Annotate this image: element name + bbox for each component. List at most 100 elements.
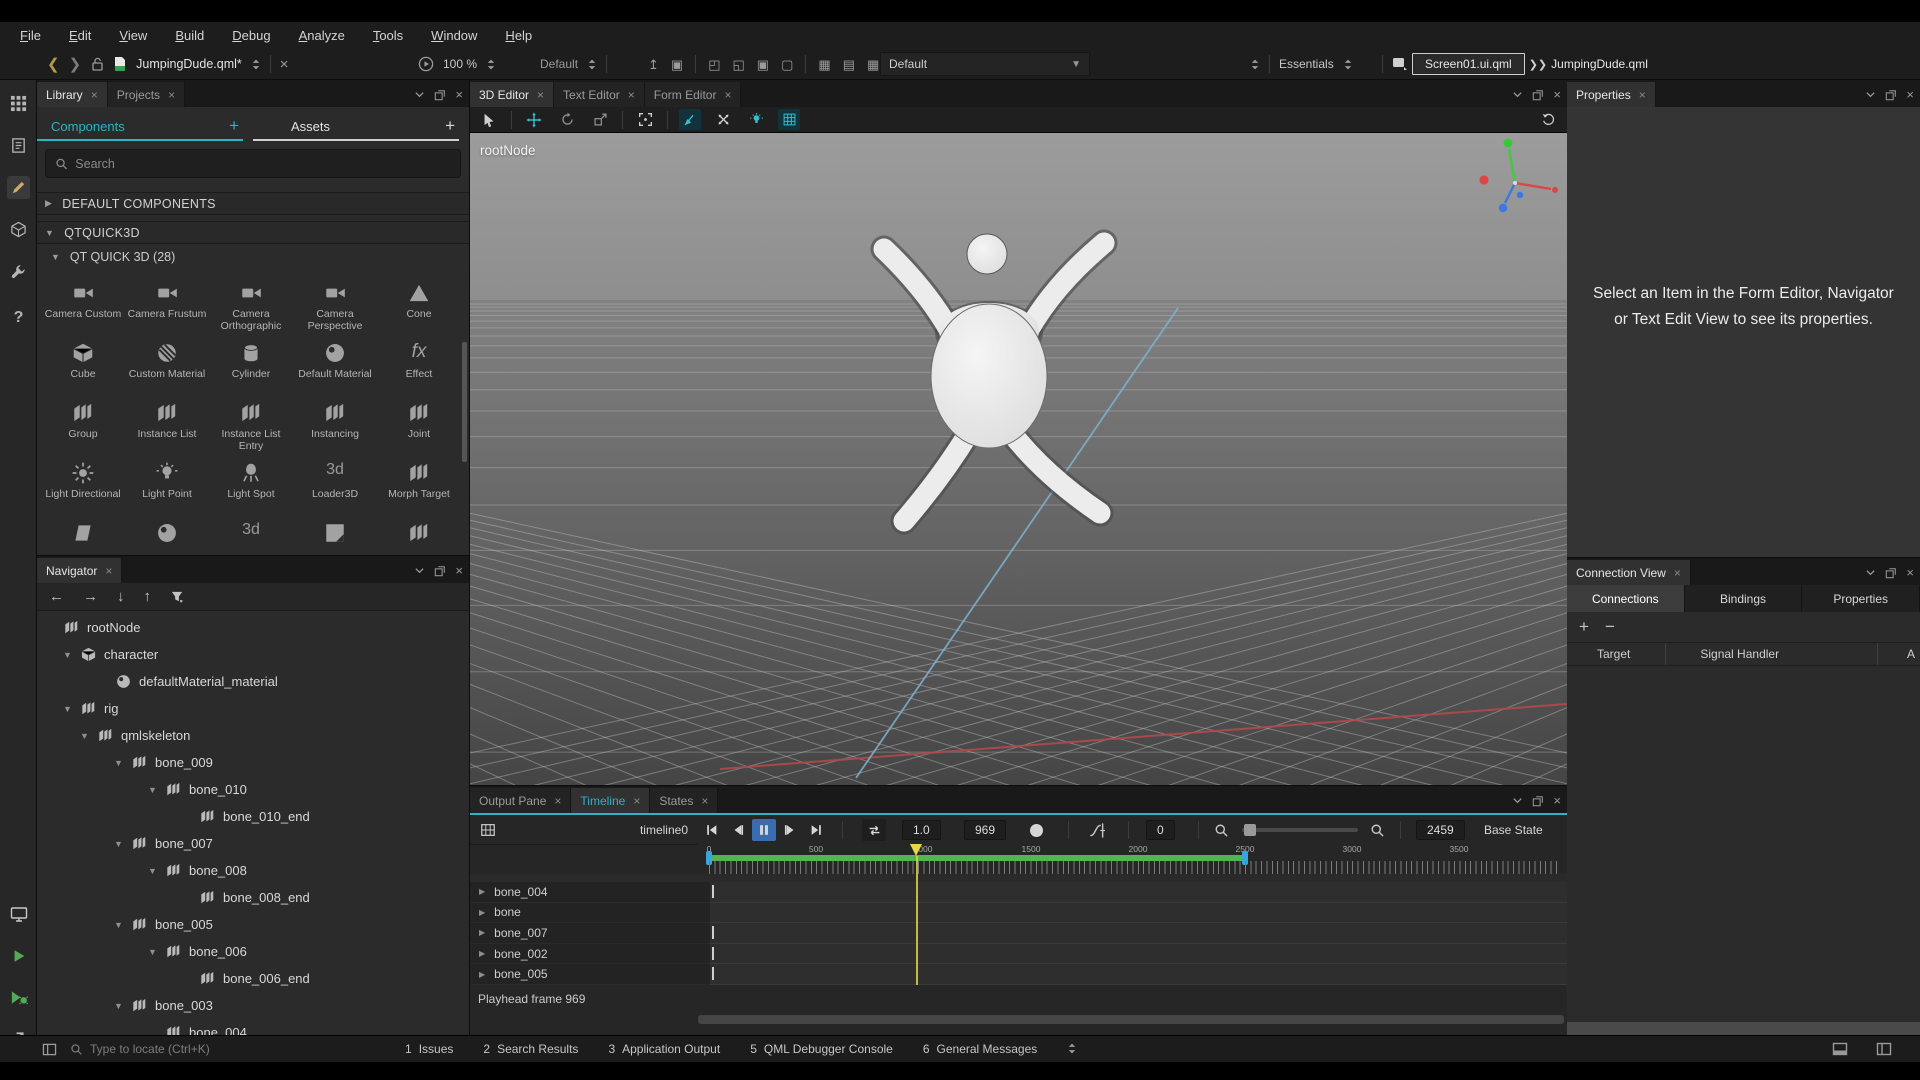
move-down-icon[interactable]: ↓ — [117, 588, 125, 605]
output-search-results[interactable]: 2Search Results — [483, 1042, 578, 1056]
float-panel-icon[interactable] — [1532, 89, 1544, 101]
close-icon[interactable]: × — [1674, 566, 1681, 580]
zoom-in-icon[interactable] — [1370, 823, 1385, 838]
expanded-caret-icon[interactable]: ▼ — [147, 947, 158, 957]
menu-help[interactable]: Help — [491, 24, 546, 47]
output-pane-spinner-icon[interactable] — [1067, 1042, 1077, 1055]
previous-keyframe-icon[interactable] — [726, 819, 750, 841]
tab-library[interactable]: Library× — [37, 82, 108, 107]
section-qtquick3d-group[interactable]: ▼ QT QUICK 3D (28) — [37, 244, 469, 270]
tree-item-bone-003[interactable]: ▼bone_003 — [37, 992, 469, 1019]
menu-build[interactable]: Build — [161, 24, 218, 47]
tree-item-bone-010[interactable]: ▼bone_010 — [37, 776, 469, 803]
tree-item-bone-006-end[interactable]: bone_006_end — [37, 965, 469, 992]
3d-viewport[interactable]: rootNode — [470, 133, 1567, 785]
close-icon[interactable]: × — [1639, 88, 1646, 102]
float-panel-icon[interactable] — [434, 89, 446, 101]
move-left-icon[interactable]: ← — [49, 588, 64, 605]
component-custom-material[interactable]: Custom Material — [125, 334, 209, 394]
tree-item-bone-010-end[interactable]: bone_010_end — [37, 803, 469, 830]
component-instance-list-entry[interactable]: Instance List Entry — [209, 394, 293, 454]
welcome-mode-icon[interactable] — [7, 92, 30, 115]
menu-tools[interactable]: Tools — [359, 24, 417, 47]
component-light-spot[interactable]: Light Spot — [209, 454, 293, 514]
track-row-bone[interactable]: ▶bone — [470, 903, 1567, 924]
close-icon[interactable]: × — [537, 88, 544, 102]
close-document-icon[interactable]: × — [280, 56, 289, 73]
close-icon[interactable]: × — [724, 88, 731, 102]
projects-mode-icon[interactable] — [7, 260, 30, 283]
view-spinner-icon[interactable] — [1250, 58, 1260, 71]
layout-table-icon[interactable]: ▦ — [867, 58, 879, 71]
expand-output-icon[interactable] — [1876, 1042, 1892, 1056]
tree-item-bone-004[interactable]: bone_004 — [37, 1019, 469, 1035]
record-icon[interactable] — [1030, 824, 1043, 837]
float-panel-icon[interactable] — [1532, 795, 1544, 807]
style-spinner-icon[interactable] — [587, 58, 597, 71]
expand-caret-icon[interactable]: ▶ — [479, 970, 485, 979]
perspective-spinner-icon[interactable] — [1343, 58, 1353, 71]
close-panel-icon[interactable]: × — [1553, 87, 1561, 102]
zoom-spinner-icon[interactable] — [486, 58, 496, 71]
component-effect[interactable]: fxEffect — [377, 334, 461, 394]
collapse-panel-icon[interactable] — [1512, 795, 1523, 806]
move-right-icon[interactable]: → — [83, 588, 98, 605]
tab-form-editor[interactable]: Form Editor× — [645, 82, 742, 107]
design-mode-icon[interactable] — [7, 176, 30, 199]
playhead-marker[interactable] — [910, 844, 922, 856]
current-frame-field[interactable]: 969 — [964, 820, 1006, 840]
tab-output-pane[interactable]: Output Pane× — [470, 788, 571, 813]
add-component-module-icon[interactable]: + — [229, 116, 239, 136]
locator-input[interactable] — [90, 1042, 270, 1056]
component-camera-perspective[interactable]: Camera Perspective — [293, 274, 377, 334]
close-panel-icon[interactable]: × — [1906, 565, 1914, 580]
tab-text-editor[interactable]: Text Editor× — [554, 82, 645, 107]
expanded-caret-icon[interactable]: ▼ — [62, 650, 73, 660]
pause-icon[interactable] — [752, 819, 776, 841]
workspace-dropdown[interactable]: Default ▼ — [880, 52, 1090, 76]
connection-view-scrollbar[interactable] — [1567, 1022, 1920, 1035]
component-group[interactable]: Group — [41, 394, 125, 454]
track-row-bone-007[interactable]: ▶bone_007 — [470, 923, 1567, 944]
tab-bindings[interactable]: Bindings — [1685, 585, 1803, 612]
tree-item-bone-009[interactable]: ▼bone_009 — [37, 749, 469, 776]
move-tool-icon[interactable] — [523, 109, 545, 130]
zoom-out-icon[interactable] — [1214, 823, 1229, 838]
component-partial[interactable] — [377, 514, 461, 542]
component-camera-orthographic[interactable]: Camera Orthographic — [209, 274, 293, 334]
menu-debug[interactable]: Debug — [218, 24, 284, 47]
layout-grid-icon[interactable]: ▦ — [818, 58, 830, 71]
keyframe-marker[interactable] — [712, 926, 714, 939]
menu-edit[interactable]: Edit — [55, 24, 105, 47]
add-asset-icon[interactable]: + — [445, 116, 455, 136]
back-icon[interactable]: ❮ — [47, 55, 60, 73]
timeline-zoom-slider[interactable] — [1242, 828, 1358, 832]
timeline-settings-icon[interactable] — [480, 822, 496, 838]
component-light-point[interactable]: Light Point — [125, 454, 209, 514]
tab-navigator[interactable]: Navigator× — [37, 558, 122, 583]
easing-curve-icon[interactable] — [1088, 822, 1105, 839]
expanded-caret-icon[interactable]: ▼ — [79, 731, 90, 741]
collapse-panel-icon[interactable] — [1865, 567, 1876, 578]
tree-item-qmlskeleton[interactable]: ▼qmlskeleton — [37, 722, 469, 749]
expand-caret-icon[interactable]: ▶ — [479, 928, 485, 937]
camera-mode-icon[interactable] — [679, 109, 701, 130]
output-qml-debugger-console[interactable]: 5QML Debugger Console — [750, 1042, 893, 1056]
component-camera-frustum[interactable]: Camera Frustum — [125, 274, 209, 334]
expanded-caret-icon[interactable]: ▼ — [113, 758, 124, 768]
expand-caret-icon[interactable]: ▶ — [479, 949, 485, 958]
expanded-caret-icon[interactable]: ▼ — [62, 704, 73, 714]
select-tool-icon[interactable] — [478, 109, 500, 130]
frame-icon[interactable]: ▣ — [671, 58, 683, 71]
grid-toggle-icon[interactable] — [778, 109, 800, 130]
expanded-caret-icon[interactable]: ▼ — [147, 866, 158, 876]
state-label[interactable]: Base State — [1484, 823, 1543, 837]
tree-item-bone-006[interactable]: ▼bone_006 — [37, 938, 469, 965]
debug-run-button-icon[interactable] — [7, 986, 30, 1009]
output-application-output[interactable]: 3Application Output — [608, 1042, 720, 1056]
close-panel-icon[interactable]: × — [455, 87, 463, 102]
close-icon[interactable]: × — [105, 564, 112, 578]
perspective-selector[interactable]: Essentials — [1279, 57, 1334, 71]
menu-window[interactable]: Window — [417, 24, 491, 47]
zoom-level[interactable]: 100 % — [443, 57, 477, 71]
